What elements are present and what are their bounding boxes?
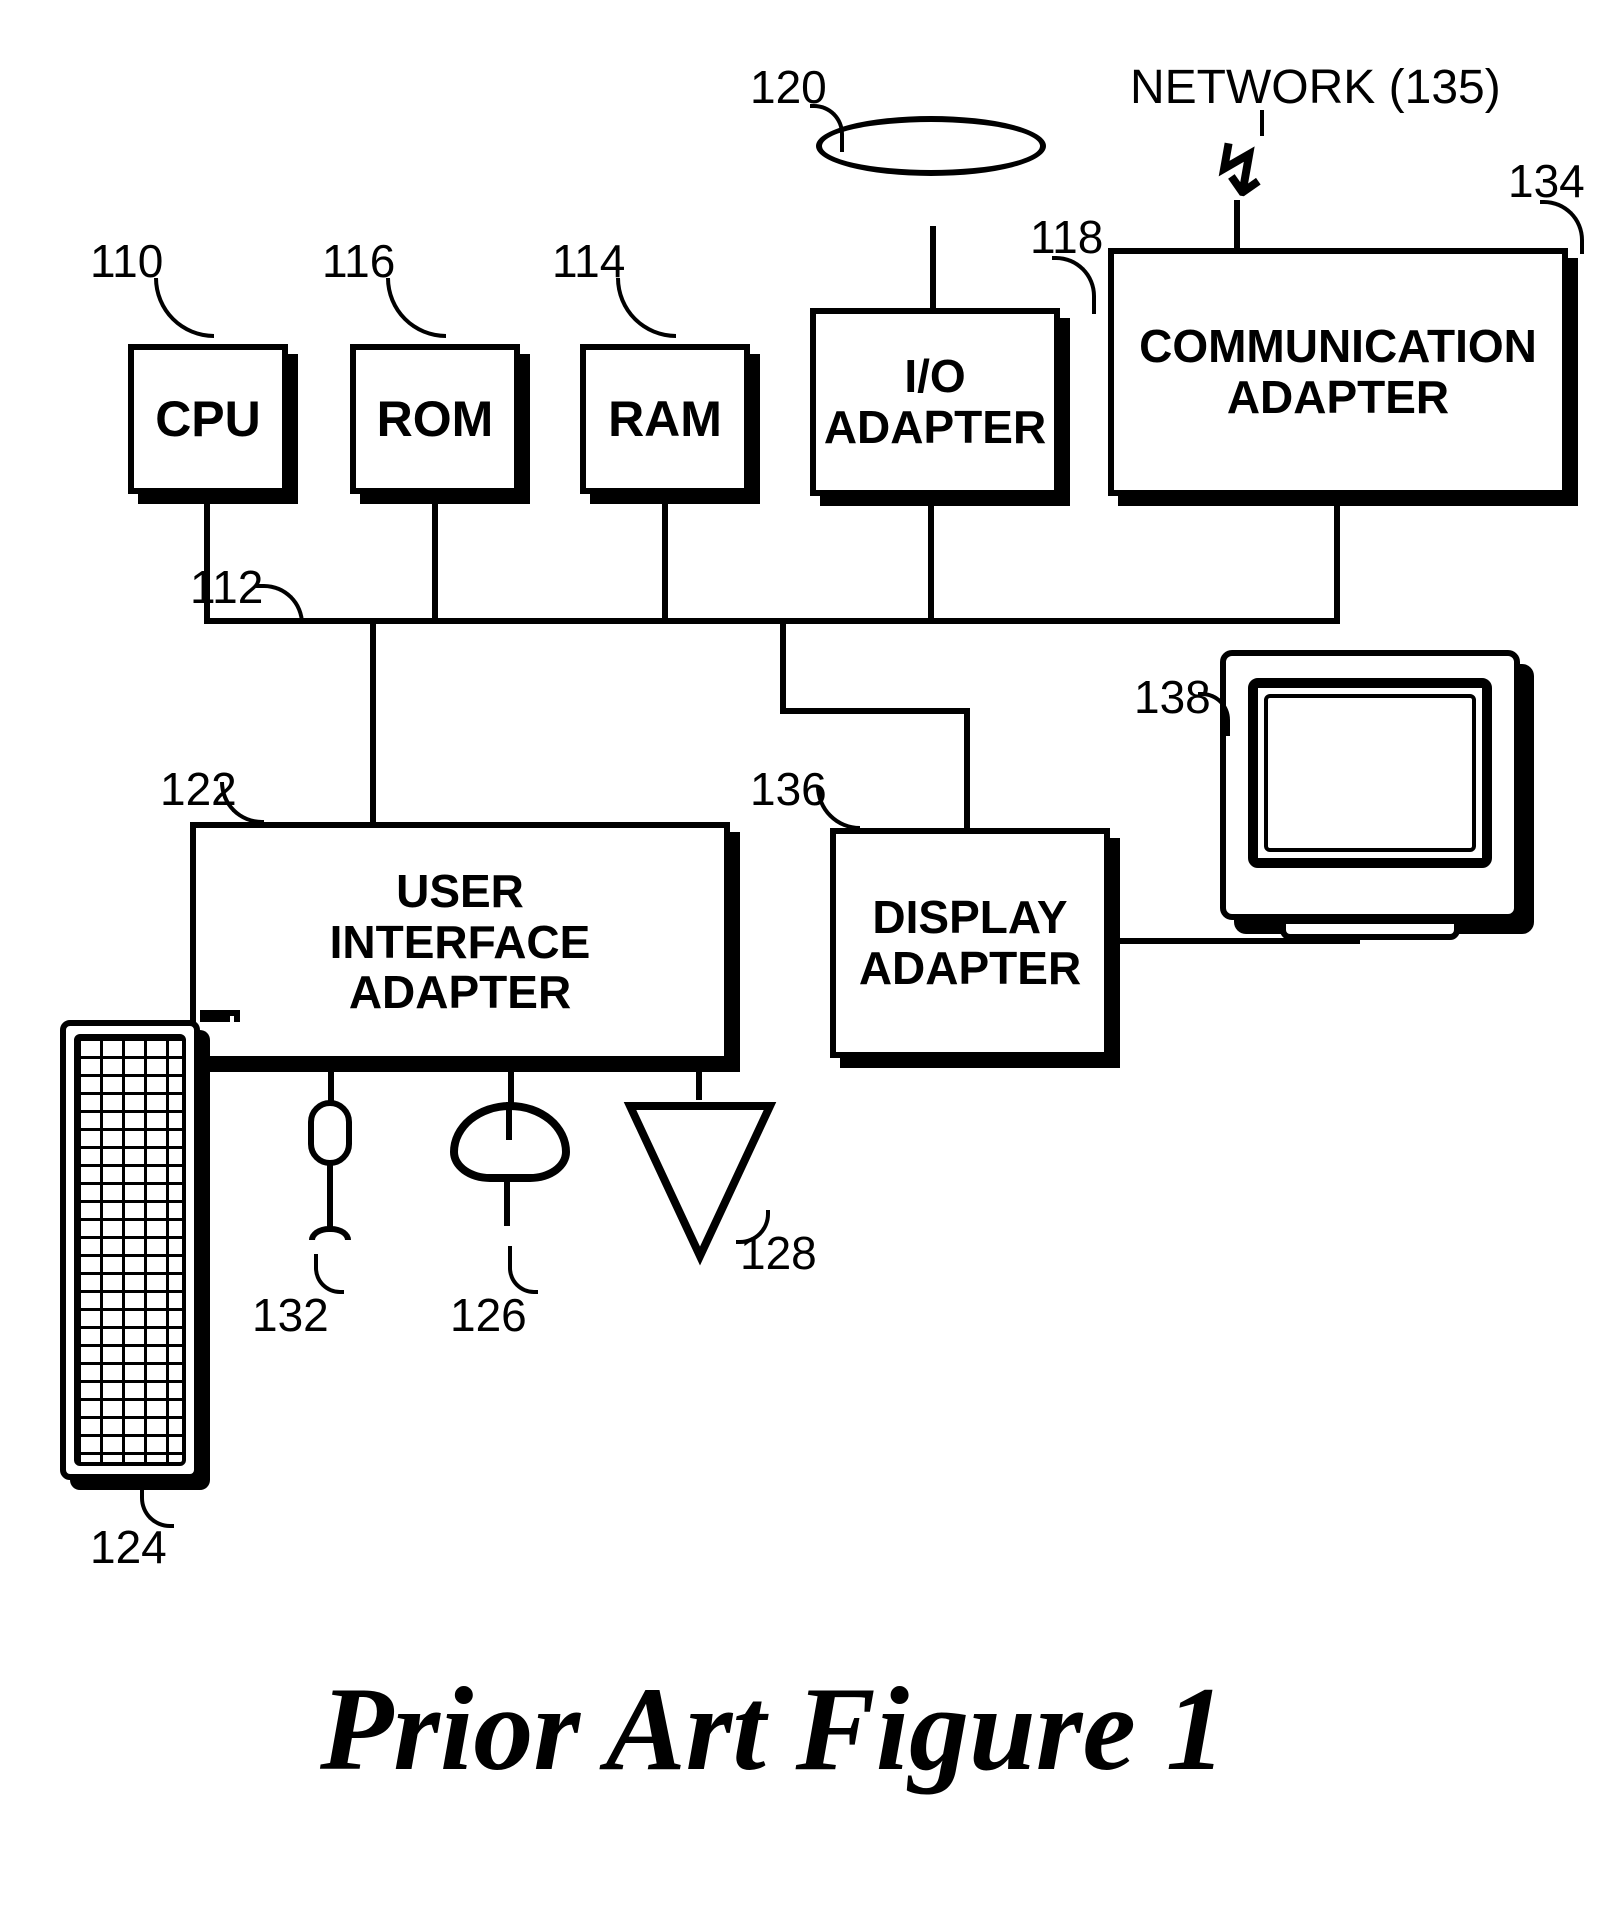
- diagram-canvas: CPU ROM RAM I/O ADAPTER COMMUNICATION AD…: [20, 20, 1606, 1889]
- rom-text: ROM: [377, 392, 494, 447]
- comm-text: COMMUNICATION ADAPTER: [1139, 321, 1537, 422]
- leader: [1260, 110, 1264, 136]
- connector: [508, 1062, 514, 1106]
- connector: [1110, 938, 1360, 944]
- connector: [930, 226, 936, 308]
- ui-adapter-box: USER INTERFACE ADAPTER: [190, 822, 730, 1062]
- mouse-icon: [450, 1102, 570, 1252]
- leader: [1052, 256, 1096, 314]
- leader: [508, 1246, 538, 1294]
- microphone-icon: [300, 1100, 360, 1260]
- cpu-text: CPU: [155, 392, 261, 447]
- comm-adapter-box: COMMUNICATION ADAPTER: [1108, 248, 1568, 496]
- io-text: I/O ADAPTER: [824, 351, 1046, 452]
- connector: [662, 494, 668, 624]
- rom-box: ROM: [350, 344, 520, 494]
- leader: [154, 278, 214, 338]
- label-network: NETWORK (135): [1130, 60, 1501, 115]
- connector: [696, 1062, 702, 1100]
- connector: [780, 618, 786, 708]
- label-110: 110: [90, 234, 163, 288]
- label-116: 116: [322, 234, 395, 288]
- leader: [816, 786, 860, 830]
- connector: [370, 618, 376, 822]
- label-126: 126: [450, 1288, 527, 1342]
- disp-text: DISPLAY ADAPTER: [859, 892, 1081, 993]
- cpu-box: CPU: [128, 344, 288, 494]
- connector: [780, 708, 970, 714]
- label-132: 132: [252, 1288, 329, 1342]
- leader: [220, 782, 264, 824]
- display-adapter-box: DISPLAY ADAPTER: [830, 828, 1110, 1058]
- label-114: 114: [552, 234, 625, 288]
- disk-icon: [816, 116, 1046, 236]
- leader: [616, 278, 676, 338]
- monitor-icon: [1220, 650, 1520, 950]
- figure-caption: Prior Art Figure 1: [320, 1660, 1226, 1798]
- connector: [964, 708, 970, 828]
- keyboard-icon: [60, 1020, 200, 1480]
- label-124: 124: [90, 1520, 167, 1574]
- io-adapter-box: I/O ADAPTER: [810, 308, 1060, 496]
- connector: [234, 1010, 240, 1022]
- connector: [1234, 200, 1240, 248]
- connector: [1334, 496, 1340, 624]
- leader: [386, 278, 446, 338]
- leader: [1540, 200, 1584, 254]
- leader: [810, 104, 844, 152]
- ui-text: USER INTERFACE ADAPTER: [330, 866, 591, 1018]
- ram-text: RAM: [608, 392, 722, 447]
- connector: [432, 494, 438, 624]
- label-112: 112: [190, 560, 263, 614]
- leader: [256, 584, 304, 624]
- label-118: 118: [1030, 210, 1103, 264]
- connector: [928, 496, 934, 624]
- ram-box: RAM: [580, 344, 750, 494]
- connector: [328, 1062, 334, 1104]
- connector: [200, 1016, 230, 1022]
